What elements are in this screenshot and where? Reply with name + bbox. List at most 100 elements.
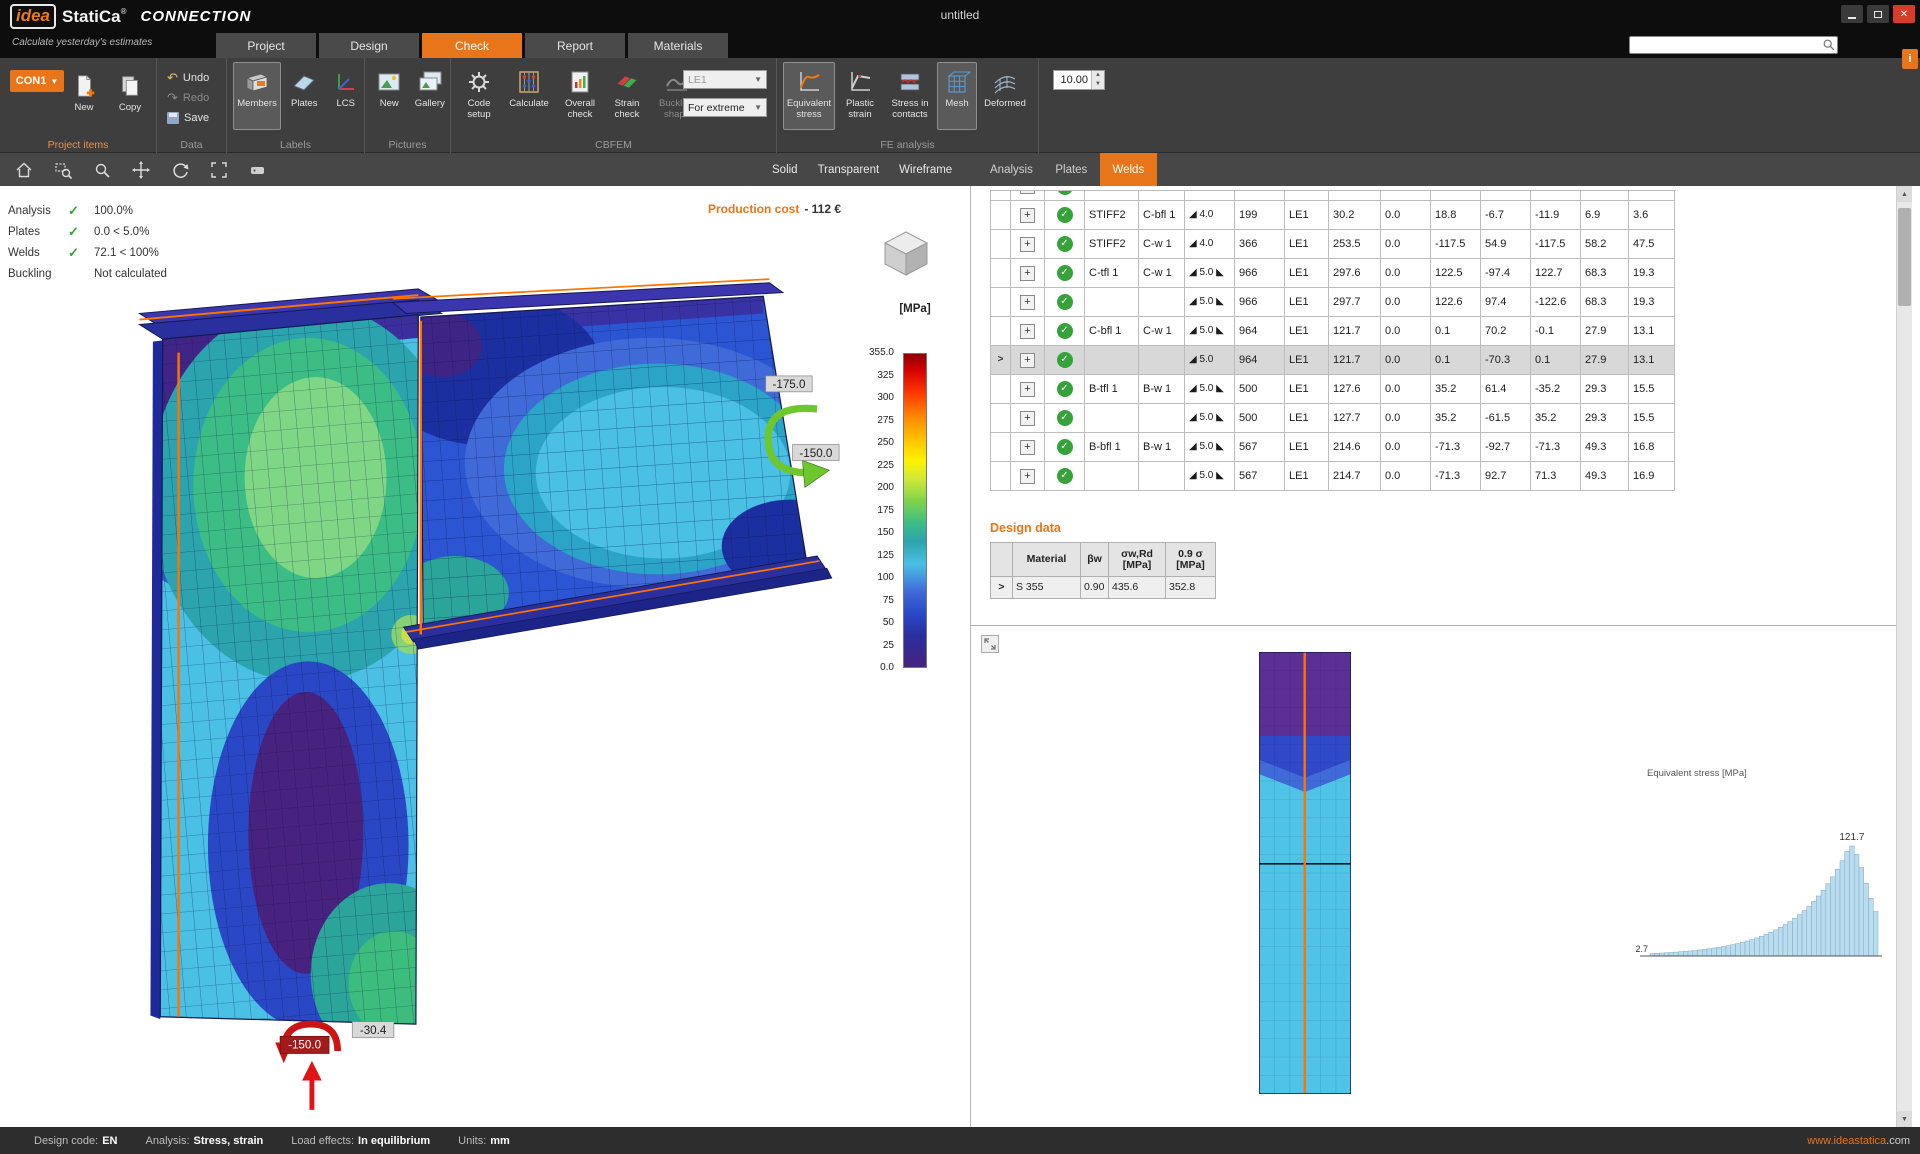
rotate-button[interactable] <box>168 158 192 182</box>
weld-table-row[interactable]: +✓B-tfl 1B-w 1◢ 5.0 ◣500LE1127.60.035.26… <box>991 375 1676 404</box>
scroll-down-icon[interactable]: ▼ <box>1897 1111 1912 1127</box>
plus-button[interactable]: + <box>1020 382 1035 397</box>
copy-item-button[interactable]: Copy <box>110 66 150 134</box>
tab-materials[interactable]: Materials <box>628 33 728 58</box>
panel-tab-plates[interactable]: Plates <box>1043 153 1100 186</box>
plus-button[interactable]: + <box>1020 440 1035 455</box>
tab-check[interactable]: Check <box>422 33 522 58</box>
calculate-button[interactable]: Calculate <box>503 62 555 130</box>
weld-table-row[interactable]: +✓◢ 5.0 ◣966LE1297.70.0122.697.4-122.668… <box>991 288 1676 317</box>
new-project-button[interactable]: New <box>64 66 104 134</box>
plus-button[interactable]: + <box>1020 191 1035 194</box>
view-mode-transparent[interactable]: Transparent <box>818 164 880 176</box>
panel-tab-welds[interactable]: Welds <box>1100 153 1157 186</box>
undo-button[interactable]: ↶Undo <box>167 70 226 85</box>
row-expander[interactable]: > <box>991 346 1011 375</box>
row-expander[interactable] <box>991 201 1011 230</box>
weld-table-row[interactable]: +✓STIFF2C-w 1◢ 4.0366LE1253.50.0-117.554… <box>991 230 1676 259</box>
row-expander[interactable] <box>991 404 1011 433</box>
scrollbar-thumb[interactable] <box>1898 208 1911 306</box>
spinner-steppers[interactable]: ▲▼ <box>1091 71 1104 89</box>
weld-detail-view[interactable] <box>1259 652 1351 1094</box>
fem-model-scene[interactable]: -175.0 -150.0 -30.4 -150.0 <box>0 186 970 1127</box>
weld-table-row[interactable]: +✓◢ 5.0 ◣500LE1127.70.035.2-61.535.229.3… <box>991 404 1676 433</box>
home-view-button[interactable] <box>12 158 36 182</box>
website-link[interactable]: www.ideastatica.com <box>1807 1135 1910 1147</box>
strain-check-button[interactable]: Strain check <box>605 62 649 130</box>
panel-tab-analysis[interactable]: Analysis <box>980 153 1043 186</box>
tab-report[interactable]: Report <box>525 33 625 58</box>
view-mode-solid[interactable]: Solid <box>772 164 798 176</box>
zoom-window-button[interactable] <box>51 158 75 182</box>
zoom-fit-button[interactable] <box>207 158 231 182</box>
plus-button[interactable]: + <box>1020 411 1035 426</box>
deformed-toggle[interactable]: Deformed <box>979 62 1031 130</box>
row-expander[interactable] <box>991 433 1011 462</box>
row-expander[interactable] <box>991 230 1011 259</box>
plus-button[interactable]: + <box>1020 266 1035 281</box>
weld-table-row[interactable]: +✓B-bfl 1B-w 1◢ 5.0 ◣567LE1214.60.0-71.3… <box>991 433 1676 462</box>
weld-table-row[interactable]: +✓STIFF2C-bfl 1◢ 4.0199LE130.20.018.8-6.… <box>991 201 1676 230</box>
dd-row-expander[interactable]: > <box>991 577 1013 599</box>
plastic-strain-toggle[interactable]: Plastic strain <box>837 62 883 130</box>
row-expander[interactable] <box>991 375 1011 404</box>
code-setup-button[interactable]: Code setup <box>457 62 501 130</box>
redo-button[interactable]: ↷Redo <box>167 90 226 105</box>
panel-scrollbar[interactable]: ▲ ▼ <box>1896 186 1912 1127</box>
row-expander[interactable] <box>991 259 1011 288</box>
labels-plates-toggle[interactable]: Plates <box>283 62 325 130</box>
labels-lcs-toggle[interactable]: LCS <box>327 62 364 130</box>
plus-button[interactable]: + <box>1020 237 1035 252</box>
save-button[interactable]: Save <box>167 110 226 125</box>
search-box[interactable] <box>1629 36 1838 54</box>
deformed-scale-spinner[interactable]: 10.00 ▲▼ <box>1053 70 1105 90</box>
stress-in-contacts-toggle[interactable]: Stress in contacts <box>885 62 935 130</box>
spinner-up-icon[interactable]: ▲ <box>1092 71 1104 80</box>
weld-table-row[interactable]: +✓C-bfl 1C-w 1◢ 5.0 ◣964LE1121.70.00.170… <box>991 317 1676 346</box>
minimize-button[interactable] <box>1841 5 1863 23</box>
connection-item-dropdown[interactable]: CON1▼ <box>10 70 64 92</box>
zoom-button[interactable] <box>90 158 114 182</box>
plus-button[interactable]: + <box>1020 208 1035 223</box>
close-button[interactable]: ✕ <box>1893 5 1915 23</box>
row-expander[interactable] <box>991 317 1011 346</box>
spinner-down-icon[interactable]: ▼ <box>1092 80 1104 89</box>
weld-table-row[interactable]: >+✓◢ 5.0964LE1121.70.00.1-70.30.127.913.… <box>991 346 1676 375</box>
picture-new-button[interactable]: New <box>371 62 408 130</box>
weld-table-row[interactable]: +✓C-tfl 1C-w 1◢ 5.0 ◣966LE1297.60.0122.5… <box>991 259 1676 288</box>
labels-members-toggle[interactable]: Members <box>233 62 281 130</box>
plus-button[interactable]: + <box>1020 295 1035 310</box>
design-data-row[interactable]: > S 355 0.90 435.6 352.8 <box>991 577 1216 599</box>
maximize-button[interactable] <box>1867 5 1889 23</box>
weld-value-cell: -122.6 <box>1531 288 1581 317</box>
expand-cell: + <box>1011 375 1045 404</box>
row-expander[interactable] <box>991 462 1011 491</box>
picture-gallery-button[interactable]: Gallery <box>410 62 450 130</box>
expand-detail-button[interactable] <box>981 635 999 653</box>
label-tag-button[interactable] <box>246 158 270 182</box>
equivalent-stress-toggle[interactable]: Equivalent stress <box>783 62 835 130</box>
weld-table-row[interactable]: +✓◢ 5.0 ◣567LE1214.70.0-71.392.771.349.3… <box>991 462 1676 491</box>
model-viewport[interactable]: -175.0 -150.0 -30.4 -150.0 Analysis✓100.… <box>0 186 971 1127</box>
load-case-select[interactable]: LE1▼ <box>683 70 767 89</box>
weld-table-row[interactable]: +✓ <box>991 191 1676 201</box>
plus-button[interactable]: + <box>1020 469 1035 484</box>
info-button[interactable]: i <box>1902 49 1918 69</box>
plus-button[interactable]: + <box>1020 353 1035 368</box>
tab-project[interactable]: Project <box>216 33 316 58</box>
weld-edge-cell: B-w 1 <box>1139 375 1185 404</box>
weld-throat-cell: ◢ 5.0 ◣ <box>1185 375 1235 404</box>
tab-design[interactable]: Design <box>319 33 419 58</box>
chevron-down-icon: ▼ <box>754 103 762 112</box>
row-expander[interactable] <box>991 288 1011 317</box>
plus-button[interactable]: + <box>1020 324 1035 339</box>
mesh-toggle[interactable]: Mesh <box>937 62 977 130</box>
pan-button[interactable] <box>129 158 153 182</box>
extreme-select[interactable]: For extreme▼ <box>683 98 767 117</box>
orientation-cube[interactable] <box>873 223 939 277</box>
view-mode-wireframe[interactable]: Wireframe <box>899 164 952 176</box>
overall-check-button[interactable]: Overall check <box>557 62 603 130</box>
search-input[interactable] <box>1630 39 1821 51</box>
scroll-up-icon[interactable]: ▲ <box>1897 186 1912 202</box>
row-expander[interactable] <box>991 191 1011 201</box>
